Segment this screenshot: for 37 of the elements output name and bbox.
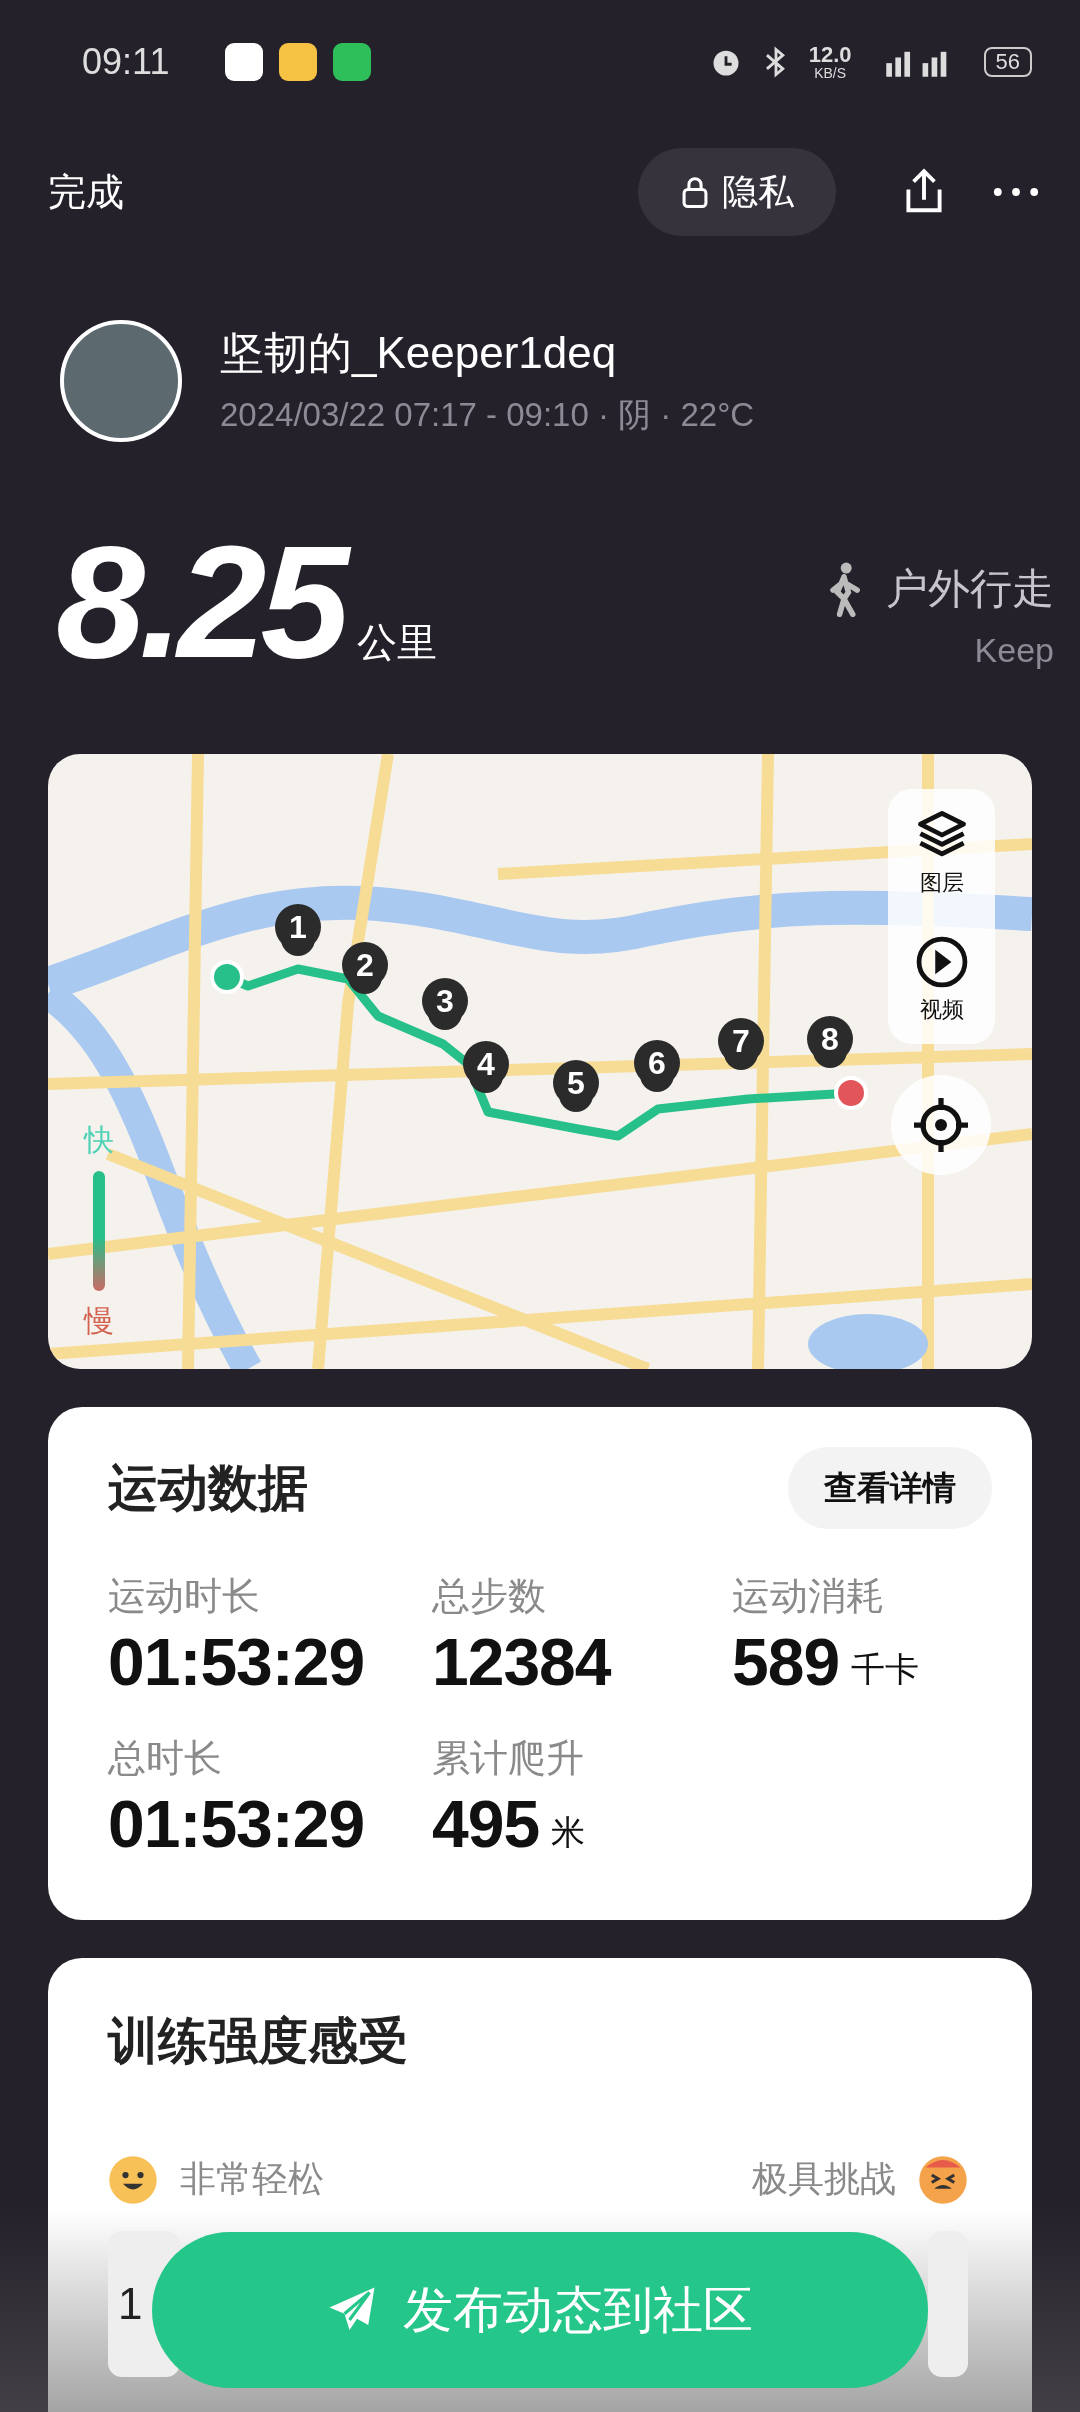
- section-title: 运动数据: [108, 1458, 308, 1518]
- stat-value: 589: [732, 1628, 840, 1698]
- workout-time-weather: 2024/03/22 07:17 - 09:10 · 阴 · 22°C: [220, 395, 755, 435]
- stat-label: 总步数: [432, 1574, 547, 1619]
- stat-label: 运动消耗: [732, 1574, 885, 1619]
- straining-face-icon: [918, 2154, 968, 2205]
- privacy-button[interactable]: 隐私: [638, 148, 836, 236]
- stat-label: 运动时长: [108, 1574, 261, 1619]
- stat-label: 累计爬升: [432, 1736, 585, 1782]
- lock-icon: [680, 175, 710, 209]
- network-speed: 12.0 KB/S: [808, 44, 852, 80]
- layers-button[interactable]: 图层: [914, 807, 969, 898]
- data-source: Keep: [974, 631, 1054, 670]
- status-time: 09:11: [82, 41, 170, 83]
- battery-level: 56: [983, 47, 1032, 77]
- target-icon: [911, 1095, 971, 1155]
- done-button[interactable]: 完成: [48, 166, 124, 218]
- sport-type: 户外行走: [886, 564, 1054, 614]
- stat-unit: 米: [551, 1811, 586, 1853]
- smiling-face-icon: [108, 2154, 158, 2205]
- stat-label: 总时长: [108, 1736, 223, 1782]
- play-icon: [914, 935, 969, 990]
- section-title: 训练强度感受: [108, 2011, 409, 2071]
- details-button[interactable]: 查看详情: [788, 1447, 992, 1529]
- legend-slow-label: 慢: [84, 1303, 114, 1339]
- easy-label: 非常轻松: [180, 2157, 324, 2202]
- route-map[interactable]: 1 2 3 4 5 6 7 8 图层 视频 快 慢: [48, 754, 1032, 1369]
- stat-value: 01:53:29: [108, 1628, 365, 1698]
- stat-value: 12384: [432, 1628, 611, 1698]
- stat-value: 495: [432, 1790, 540, 1860]
- challenging-label: 极具挑战: [752, 2157, 896, 2202]
- stat-value: 01:53:29: [108, 1790, 365, 1860]
- video-button[interactable]: 视频: [914, 935, 969, 1026]
- user-name: 坚韧的_Keeper1deq: [220, 327, 618, 379]
- stat-unit: 千卡: [851, 1649, 920, 1691]
- legend-fast-label: 快: [84, 1122, 114, 1158]
- distance-unit: 公里: [357, 619, 438, 666]
